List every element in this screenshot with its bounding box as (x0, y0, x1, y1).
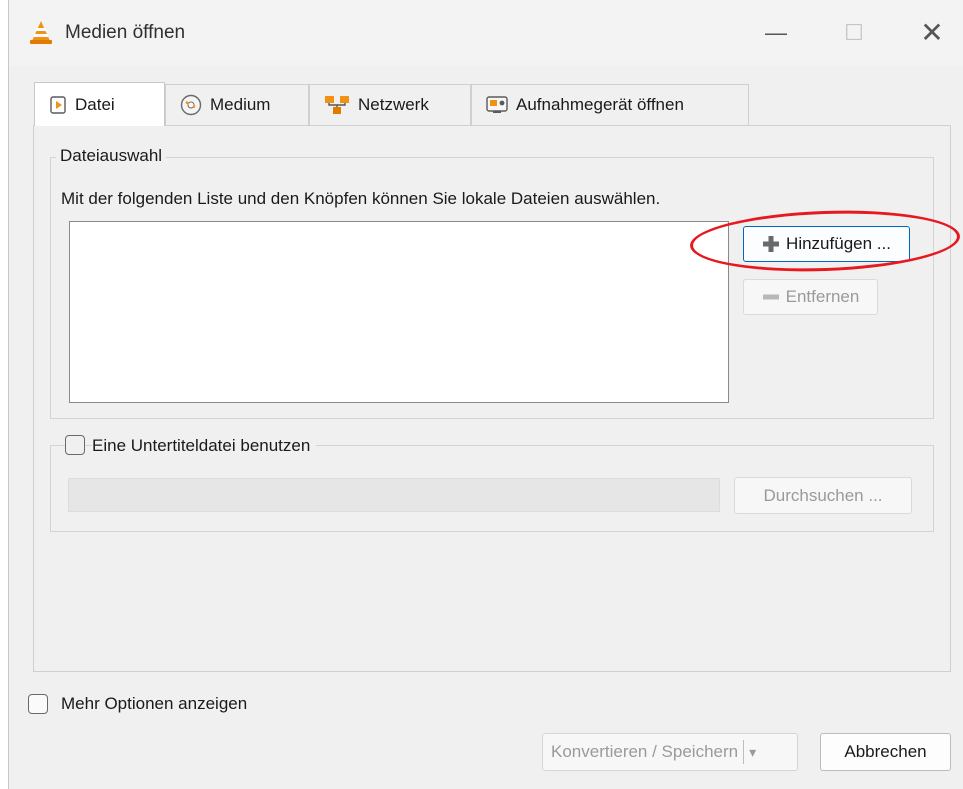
maximize-button[interactable]: ☐ (839, 18, 869, 48)
disc-icon (180, 94, 202, 116)
vlc-cone-icon (30, 21, 52, 44)
remove-file-button[interactable]: Entfernen (743, 279, 878, 315)
window-title: Medien öffnen (65, 22, 186, 43)
tab-datei[interactable]: Datei (34, 82, 165, 126)
file-selection-legend: Dateiauswahl (56, 146, 167, 166)
subtitle-checkbox[interactable] (65, 435, 85, 455)
tab-medium[interactable]: Medium (165, 84, 309, 125)
open-media-dialog: Medien öffnen — ☐ ✕ Datei Medium Netzwer… (8, 0, 963, 789)
subtitle-file-field[interactable] (68, 478, 720, 512)
add-file-label: Hinzufügen ... (786, 234, 891, 253)
tab-label: Aufnahmegerät öffnen (516, 95, 684, 114)
file-selection-description: Mit der folgenden Liste und den Knöpfen … (61, 189, 661, 208)
tab-label: Datei (75, 94, 115, 114)
title-bar: Medien öffnen — ☐ ✕ (9, 0, 963, 66)
file-list[interactable] (69, 221, 729, 403)
close-button[interactable]: ✕ (917, 18, 947, 48)
plus-icon (763, 236, 780, 252)
tab-label: Netzwerk (358, 95, 429, 114)
tab-netzwerk[interactable]: Netzwerk (309, 84, 471, 125)
convert-save-split-button[interactable]: Konvertieren / Speichern ▾ (542, 733, 798, 771)
add-file-button[interactable]: Hinzufügen ... (743, 226, 910, 262)
more-options-label: Mehr Optionen anzeigen (61, 694, 248, 713)
minus-icon (762, 294, 779, 300)
capture-device-icon (486, 96, 508, 113)
network-icon (325, 96, 349, 114)
convert-save-label: Konvertieren / Speichern (551, 742, 739, 761)
tab-panel-datei: Dateiauswahl Mit der folgenden Liste und… (33, 125, 951, 672)
cancel-label: Abbrechen (844, 742, 927, 761)
file-play-icon (50, 95, 66, 114)
browse-button[interactable]: Durchsuchen ... (734, 477, 912, 514)
tab-label: Medium (210, 95, 271, 114)
remove-file-label: Entfernen (785, 287, 860, 306)
more-options-checkbox[interactable] (28, 694, 48, 714)
chevron-down-icon[interactable]: ▾ (749, 744, 756, 761)
split-separator (743, 740, 745, 764)
subtitle-checkbox-label: Eine Untertiteldatei benutzen (92, 436, 317, 456)
tab-aufnahmegeraet[interactable]: Aufnahmegerät öffnen (471, 84, 749, 125)
cancel-button[interactable]: Abbrechen (820, 733, 951, 771)
minimize-button[interactable]: — (761, 18, 791, 48)
browse-label: Durchsuchen ... (763, 485, 883, 505)
